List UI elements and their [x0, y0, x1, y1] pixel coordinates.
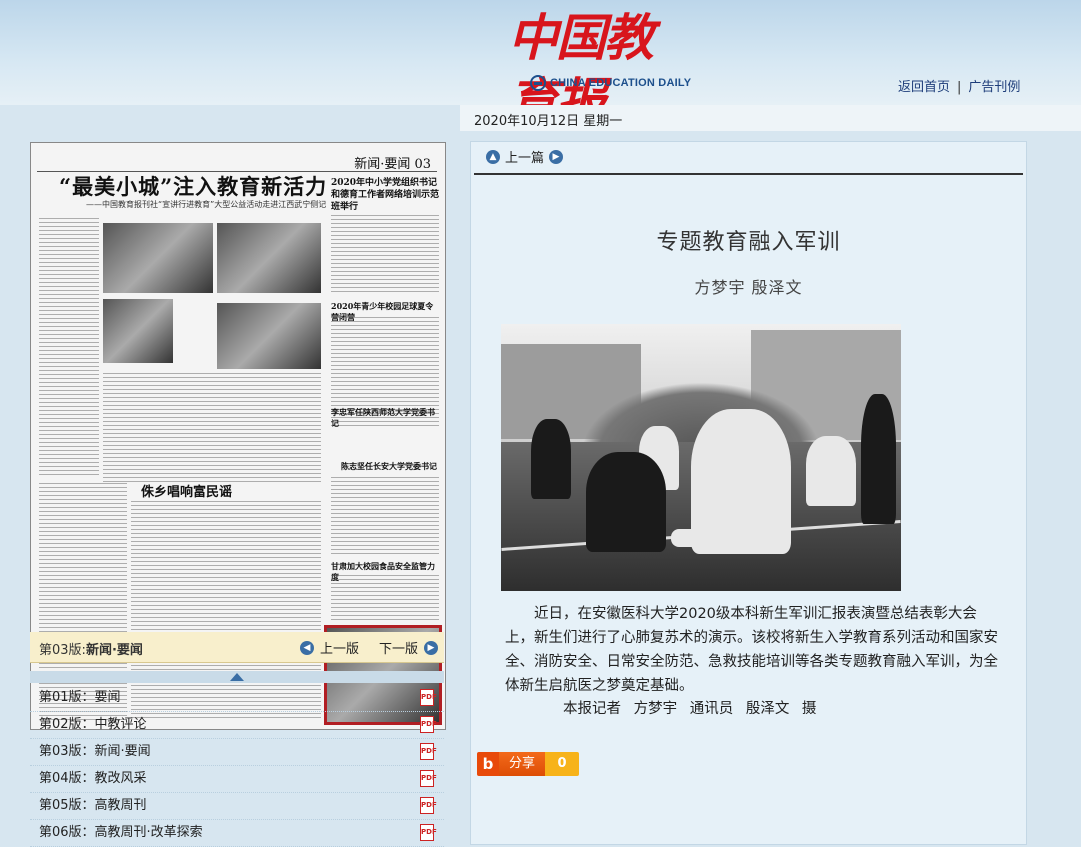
article-author: 方梦宇 殷泽文	[694, 278, 803, 297]
thumb-text-block	[331, 477, 439, 557]
article-photo	[501, 324, 901, 591]
thumb-section-label: 新闻·要闻 03	[354, 157, 431, 172]
ad-rate-link[interactable]: 广告刊例	[968, 80, 1020, 95]
date-bar: 2020年10月12日 星期一	[460, 105, 1081, 131]
prev-page-button[interactable]: ◀ 上一版	[300, 638, 359, 657]
globe-icon	[530, 75, 546, 91]
pdf-icon[interactable]: PDF	[420, 797, 437, 814]
current-page-label: 第03版:新闻·要闻	[39, 643, 143, 658]
thumb-photo[interactable]	[103, 223, 213, 293]
thumb-side-headline[interactable]: 陈志坚任长安大学党委书记	[341, 461, 441, 472]
share-count: 0	[545, 752, 580, 776]
edition-item[interactable]: 第01版：要闻 PDF	[30, 685, 444, 712]
thumb-text-block	[331, 575, 439, 621]
thumb-photo[interactable]	[103, 299, 173, 363]
triangle-up-icon	[230, 673, 244, 681]
pdf-icon[interactable]: PDF	[420, 689, 437, 706]
share-button[interactable]: b 分享 0	[477, 752, 580, 776]
article-title: 专题教育融入军训	[656, 230, 841, 255]
thumb-text-block	[39, 218, 99, 478]
edition-item[interactable]: 第02版：中教评论 PDF	[30, 712, 444, 739]
arrow-right-icon: ▶	[549, 149, 564, 164]
logo-english: CHINA EDUCATION DAILY	[530, 74, 691, 92]
thumb-header: 新闻·要闻 03	[37, 149, 437, 172]
home-link[interactable]: 返回首页	[898, 80, 950, 95]
thumb-photo[interactable]	[217, 223, 321, 293]
masthead: 中国教育报 CHINA EDUCATION DAILY 返回首页 | 广告刊例	[0, 0, 1081, 131]
left-pane: 新闻·要闻 03 “最美小城”注入教育新活力 ——中国教育报刊社“宣讲行进教育”…	[0, 105, 460, 847]
edition-item[interactable]: 第05版：高教周刊 PDF	[30, 793, 444, 820]
page-nav: 第03版:新闻·要闻 ◀ 上一版 下一版 ▶	[30, 632, 444, 663]
arrow-left-icon: ◀	[300, 640, 314, 655]
collapse-toggle[interactable]	[30, 671, 444, 683]
bshare-icon: b	[477, 752, 499, 776]
thumb-side-headline[interactable]: 李忠军任陕西师范大学党委书记	[331, 407, 439, 429]
thumb-subheadline: ——中国教育报刊社“宣讲行进教育”大型公益活动走进江西武宁侧记	[86, 200, 327, 209]
edition-list: 第01版：要闻 PDF 第02版：中教评论 PDF 第03版：新闻·要闻 PDF 第0…	[30, 685, 444, 847]
thumb-mid-headline[interactable]: 侏乡唱响富民谣	[141, 481, 232, 500]
article-body: 近日，在安徽医科大学2020级本科新生军训汇报表演暨总结表彰大会上，新生们进行了…	[505, 606, 998, 694]
edition-item[interactable]: 第06版：高教周刊·改革探索 PDF	[30, 820, 444, 847]
pdf-icon[interactable]: PDF	[420, 824, 437, 841]
pdf-icon[interactable]: PDF	[420, 716, 437, 733]
divider	[474, 173, 1023, 175]
arrow-up-icon: ▲	[486, 149, 500, 164]
issue-date: 2020年10月12日 星期一	[474, 114, 623, 129]
edition-item[interactable]: 第03版：新闻·要闻 PDF	[30, 739, 444, 766]
arrow-right-icon: ▶	[424, 640, 439, 655]
thumb-photo[interactable]	[217, 303, 321, 369]
thumb-headline[interactable]: “最美小城”注入教育新活力	[59, 171, 327, 201]
pdf-icon[interactable]: PDF	[420, 743, 437, 760]
top-links: 返回首页 | 广告刊例	[898, 80, 1021, 95]
pdf-icon[interactable]: PDF	[420, 770, 437, 787]
edition-item[interactable]: 第04版：教改风采 PDF	[30, 766, 444, 793]
thumb-text-block	[331, 215, 439, 295]
thumb-side-headline[interactable]: 2020年中小学党组织书记和德育工作者网络培训示范班举行	[331, 177, 439, 213]
thumb-text-block	[103, 373, 321, 483]
prev-article-link[interactable]: ▲ 上一篇 ▶	[481, 147, 568, 166]
logo-chinese[interactable]: 中国教育报	[508, 6, 698, 131]
photo-credit: 本报记者 方梦宇 通讯员 殷泽文 摄	[563, 701, 817, 717]
next-page-button[interactable]: 下一版 ▶	[379, 638, 439, 657]
article-panel: ▲ 上一篇 ▶ 专题教育融入军训 方梦宇 殷泽文 近日，在安徽医科大学2020级…	[470, 141, 1027, 845]
